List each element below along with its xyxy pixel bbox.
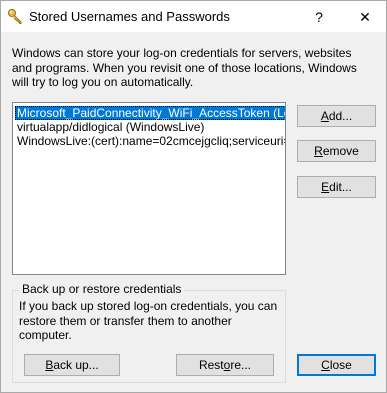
restore-button[interactable]: Restore... [176, 354, 274, 376]
restore-button-suffix: re... [230, 358, 252, 372]
add-button[interactable]: Add... [297, 105, 376, 127]
add-button-suffix: dd... [328, 109, 353, 123]
close-button[interactable]: Close [297, 354, 376, 376]
list-item[interactable]: virtualapp/didlogical (WindowsLive) [15, 120, 208, 134]
close-window-button[interactable]: ✕ [351, 5, 379, 29]
backup-button[interactable]: Back up... [24, 354, 120, 376]
close-button-accel: C [321, 358, 330, 372]
help-button[interactable]: ? [305, 5, 333, 29]
credentials-list[interactable]: Microsoft_PaidConnectivity_WiFi_AccessTo… [12, 102, 286, 275]
edit-button-suffix: dit... [329, 180, 352, 194]
edit-button[interactable]: Edit... [297, 176, 376, 198]
backup-button-suffix: ack up... [53, 358, 99, 372]
remove-button-accel: R [314, 144, 323, 158]
list-item[interactable]: Microsoft_PaidConnectivity_WiFi_AccessTo… [15, 106, 285, 120]
remove-button[interactable]: Remove [297, 140, 376, 162]
remove-button-suffix: emove [322, 144, 359, 158]
restore-button-prefix: Rest [198, 358, 224, 372]
backup-group-text: If you back up stored log-on credentials… [19, 299, 278, 342]
list-item[interactable]: WindowsLive:(cert):name=02cmcejgcliq;ser… [15, 134, 285, 148]
credentials-dialog: Stored Usernames and Passwords ? ✕ Windo… [0, 0, 387, 393]
add-button-accel: A [320, 109, 329, 123]
title-bar[interactable]: Stored Usernames and Passwords ? ✕ [1, 1, 386, 32]
window-title: Stored Usernames and Passwords [29, 9, 230, 24]
edit-button-accel: E [321, 180, 330, 194]
intro-text: Windows can store your log-on credential… [12, 46, 357, 89]
close-button-suffix: lose [329, 358, 352, 372]
key-icon [7, 8, 23, 24]
backup-group-label: Back up or restore credentials [19, 282, 185, 296]
